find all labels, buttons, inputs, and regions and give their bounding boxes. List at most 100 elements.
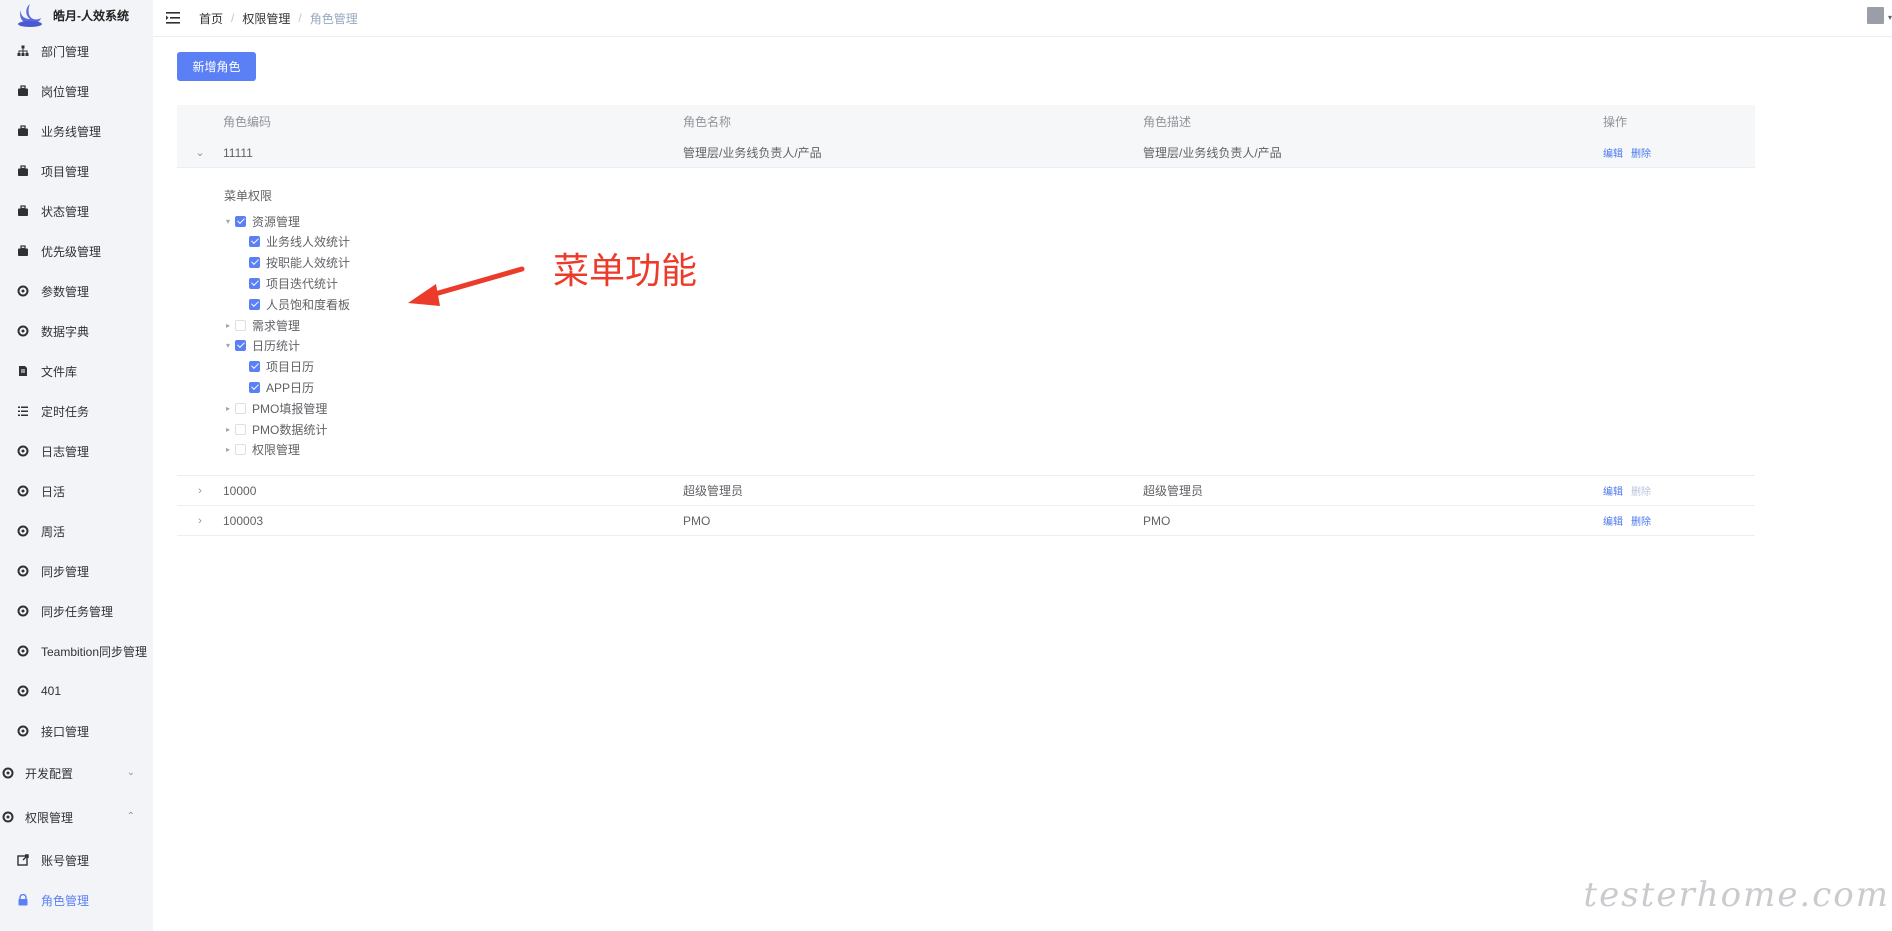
- permission-checkbox[interactable]: [249, 277, 260, 289]
- list-icon: [16, 404, 30, 418]
- sidebar-item[interactable]: Teambition同步管理: [0, 631, 153, 671]
- role-name: 超级管理员: [683, 484, 744, 498]
- permission-tree-node[interactable]: ▾ 日历统计: [221, 336, 300, 356]
- breadcrumb-current: 角色管理: [309, 11, 358, 26]
- permission-tree-node[interactable]: 项目日历: [235, 357, 314, 377]
- roles-table: 角色编码 角色名称 角色描述 操作 ⌄ 11111 管理层/业务线负责人/产品 …: [177, 105, 1755, 536]
- sidebar-item[interactable]: 数据字典: [0, 311, 153, 351]
- breadcrumb-permission[interactable]: 权限管理: [242, 10, 290, 27]
- permission-tree-node[interactable]: 人员饱和度看板: [235, 294, 350, 314]
- expand-row-icon[interactable]: ›: [177, 515, 223, 527]
- expand-row-icon[interactable]: ›: [177, 485, 223, 497]
- sidebar-item[interactable]: 岗位管理: [0, 71, 153, 111]
- edit-link[interactable]: 编辑: [1603, 483, 1623, 498]
- permission-checkbox[interactable]: [235, 444, 246, 456]
- collapse-row-icon[interactable]: ⌄: [177, 146, 223, 159]
- permission-tree-node[interactable]: ▸ 需求管理: [221, 315, 300, 335]
- permission-checkbox[interactable]: [249, 236, 260, 248]
- org-tree-icon: [16, 44, 30, 58]
- briefcase-icon: [16, 204, 30, 218]
- sidebar-group-permission[interactable]: 权限管理 ⌃: [0, 797, 153, 837]
- component-icon: [16, 524, 30, 538]
- sidebar-item[interactable]: 文件库: [0, 351, 153, 391]
- permission-checkbox[interactable]: [235, 402, 246, 414]
- add-role-button[interactable]: 新增角色: [177, 52, 256, 81]
- permission-checkbox[interactable]: [249, 257, 260, 269]
- annotation-arrow-icon: [408, 266, 525, 306]
- sidebar-item-label: 文件库: [41, 364, 78, 379]
- caret-right-icon[interactable]: ▸: [221, 321, 235, 330]
- sidebar-item-label: 定时任务: [41, 404, 90, 419]
- delete-link[interactable]: 删除: [1631, 145, 1651, 160]
- sidebar-item[interactable]: 同步任务管理: [0, 591, 153, 631]
- sidebar-item[interactable]: 401: [0, 671, 153, 711]
- caret-right-icon[interactable]: ▸: [221, 404, 235, 413]
- row-actions: 编辑 删除: [1603, 145, 1755, 160]
- sidebar-item[interactable]: 周活: [0, 511, 153, 551]
- sidebar-item[interactable]: 部门管理: [0, 31, 153, 71]
- sidebar-item[interactable]: 同步管理: [0, 551, 153, 591]
- avatar[interactable]: [1867, 7, 1884, 24]
- sidebar-item[interactable]: 接口管理: [0, 711, 153, 751]
- chevron-up-icon: ⌃: [126, 811, 135, 822]
- role-name: 管理层/业务线负责人/产品: [683, 146, 822, 160]
- permission-label: 项目日历: [266, 360, 315, 375]
- caret-down-icon[interactable]: ▾: [1888, 13, 1892, 22]
- sidebar-item[interactable]: 参数管理: [0, 271, 153, 311]
- app-title: 皓月-人效系统: [53, 8, 129, 23]
- permission-tree-node[interactable]: ▸ PMO数据统计: [221, 419, 327, 439]
- breadcrumb-separator: /: [298, 11, 302, 25]
- logo[interactable]: 皓月-人效系统: [0, 0, 153, 30]
- document-icon: [16, 364, 30, 378]
- sidebar-item[interactable]: 日活: [0, 471, 153, 511]
- permission-checkbox[interactable]: [249, 361, 260, 373]
- sidebar-item[interactable]: 项目管理: [0, 151, 153, 191]
- sidebar-item[interactable]: 定时任务: [0, 391, 153, 431]
- sidebar-item-label: 项目管理: [41, 164, 90, 179]
- edit-link[interactable]: 编辑: [1603, 513, 1623, 528]
- table-row: ⌄ 11111 管理层/业务线负责人/产品 管理层/业务线负责人/产品 编辑 删…: [177, 138, 1755, 168]
- sidebar-group-dev-config[interactable]: 开发配置 ⌄: [0, 753, 153, 793]
- permission-tree-node[interactable]: ▸ PMO填报管理: [221, 398, 327, 418]
- sidebar-item-account[interactable]: 账号管理: [0, 840, 153, 880]
- row-actions: 编辑 删除: [1603, 513, 1755, 528]
- permission-tree-node[interactable]: ▾ 资源管理: [221, 211, 300, 231]
- sidebar-item-label: 优先级管理: [41, 244, 102, 259]
- sidebar-item-label: 数据字典: [41, 324, 90, 339]
- sidebar-item-label: 同步任务管理: [41, 604, 114, 619]
- caret-down-icon[interactable]: ▾: [221, 341, 235, 350]
- permission-label: PMO数据统计: [252, 422, 328, 437]
- permission-checkbox[interactable]: [235, 340, 246, 352]
- permission-tree-node[interactable]: 项目迭代统计: [235, 273, 338, 293]
- permission-tree-node[interactable]: APP日历: [235, 377, 314, 397]
- delete-link[interactable]: 删除: [1631, 513, 1651, 528]
- component-icon: [1, 766, 15, 780]
- component-icon: [16, 644, 30, 658]
- lock-icon: [16, 893, 30, 907]
- permission-label: 需求管理: [252, 318, 301, 333]
- caret-down-icon[interactable]: ▾: [221, 217, 235, 226]
- permission-checkbox[interactable]: [249, 381, 260, 393]
- permission-checkbox[interactable]: [235, 215, 246, 227]
- sidebar-item[interactable]: 状态管理: [0, 191, 153, 231]
- permission-tree-node[interactable]: 业务线人效统计: [235, 232, 350, 252]
- sidebar-item[interactable]: 业务线管理: [0, 111, 153, 151]
- role-permission-panel: 菜单权限 ▾ 资源管理 业务线人效统计 按职能人效统计 项目迭代统计 人员饱和度看板 ▸ 需求…: [177, 168, 1755, 476]
- sidebar-item[interactable]: 优先级管理: [0, 231, 153, 271]
- sidebar-item[interactable]: 日志管理: [0, 431, 153, 471]
- permission-label: 按职能人效统计: [266, 256, 351, 271]
- permission-tree-node[interactable]: 按职能人效统计: [235, 253, 350, 273]
- permission-checkbox[interactable]: [249, 298, 260, 310]
- caret-right-icon[interactable]: ▸: [221, 425, 235, 434]
- breadcrumb-home[interactable]: 首页: [199, 10, 223, 27]
- menu-toggle-icon[interactable]: [166, 12, 180, 24]
- permission-checkbox[interactable]: [235, 423, 246, 435]
- component-icon: [1, 810, 15, 824]
- sidebar-item-label: 日志管理: [41, 444, 90, 459]
- chevron-down-icon: ⌄: [126, 767, 135, 778]
- caret-right-icon[interactable]: ▸: [221, 445, 235, 454]
- sidebar-item-role[interactable]: 角色管理: [0, 880, 153, 920]
- permission-tree-node[interactable]: ▸ 权限管理: [221, 440, 300, 460]
- permission-checkbox[interactable]: [235, 319, 246, 331]
- edit-link[interactable]: 编辑: [1603, 145, 1623, 160]
